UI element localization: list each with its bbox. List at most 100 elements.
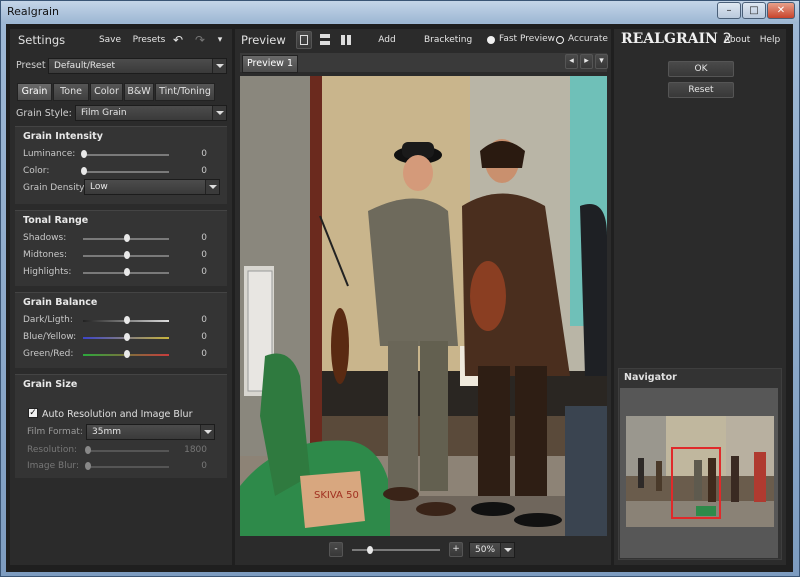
green-red-row: Green/Red: 0 xyxy=(15,347,227,363)
minimize-button[interactable]: – xyxy=(717,2,741,19)
grain-balance-group: Grain Balance Dark/Ligth: 0 Blue/Yellow:… xyxy=(15,292,227,368)
image-blur-label: Image Blur: xyxy=(27,461,80,471)
add-preview-button[interactable]: Add Preview xyxy=(360,31,414,63)
luminance-value: 0 xyxy=(201,149,207,159)
tab-tint-toning[interactable]: Tint/Toning xyxy=(155,83,215,101)
tab-grain[interactable]: Grain xyxy=(17,83,52,101)
shadows-value: 0 xyxy=(201,233,207,243)
green-red-value: 0 xyxy=(201,349,207,359)
preview-image[interactable]: SKIVA 50 xyxy=(240,76,607,536)
tab-menu-icon[interactable]: ▾ xyxy=(595,54,608,69)
film-format-select[interactable]: 35mm xyxy=(86,424,215,440)
chevron-down-icon xyxy=(212,106,226,120)
bracketing-button[interactable]: Bracketing xyxy=(424,31,472,49)
resolution-slider-handle[interactable] xyxy=(85,446,91,454)
tonal-range-title: Tonal Range xyxy=(23,215,89,226)
tab-scroll-left-icon[interactable]: ◂ xyxy=(565,54,578,69)
shadows-row: Shadows: 0 xyxy=(15,231,227,247)
realgrain-logo: REALGRAIN 2 xyxy=(621,31,732,47)
zoom-select[interactable]: 50% xyxy=(469,542,515,558)
brand-name: REALGRAIN xyxy=(621,31,718,47)
film-format-value: 35mm xyxy=(92,427,121,437)
presets-button[interactable]: Presets xyxy=(130,31,168,49)
grain-density-select[interactable]: Low xyxy=(84,179,220,195)
dark-light-slider-handle[interactable] xyxy=(124,316,130,324)
fast-preview-radio[interactable] xyxy=(487,36,495,44)
preset-label: Preset xyxy=(16,60,46,71)
help-button[interactable]: Help xyxy=(757,31,783,49)
image-blur-slider[interactable] xyxy=(87,466,169,468)
blue-yellow-slider-handle[interactable] xyxy=(124,333,130,341)
title-bar: Realgrain – □ ✕ xyxy=(1,1,799,23)
image-blur-slider-handle[interactable] xyxy=(85,462,91,470)
split-vertical-icon[interactable] xyxy=(338,31,354,49)
blue-yellow-label: Blue/Yellow: xyxy=(23,332,77,342)
grain-density-value: Low xyxy=(90,182,108,192)
chevron-down-icon xyxy=(500,543,514,557)
color-slider[interactable] xyxy=(83,171,169,173)
settings-menu-icon[interactable]: ▾ xyxy=(213,31,227,49)
color-slider-handle[interactable] xyxy=(81,167,87,175)
tonal-range-group: Tonal Range Shadows: 0 Midtones: 0 Highl… xyxy=(15,210,227,286)
chevron-down-icon xyxy=(212,59,226,73)
grain-intensity-title: Grain Intensity xyxy=(23,131,103,142)
navigator-thumbnail[interactable] xyxy=(626,416,774,527)
luminance-row: Luminance: 0 xyxy=(15,147,227,163)
shadows-label: Shadows: xyxy=(23,233,67,243)
navigator-thumbnail-image xyxy=(626,416,774,527)
luminance-slider-handle[interactable] xyxy=(81,150,87,158)
tab-color[interactable]: Color xyxy=(90,83,123,101)
midtones-slider-handle[interactable] xyxy=(124,251,130,259)
highlights-label: Highlights: xyxy=(23,267,72,277)
zoom-slider[interactable] xyxy=(352,549,440,551)
accurate-label: Accurate xyxy=(568,34,608,44)
tab-preview-1[interactable]: Preview 1 xyxy=(242,55,298,73)
shadows-slider-handle[interactable] xyxy=(124,234,130,242)
midtones-value: 0 xyxy=(201,250,207,260)
preview-title: Preview xyxy=(241,33,286,47)
navigator-title: Navigator xyxy=(624,372,677,383)
resolution-slider[interactable] xyxy=(87,450,169,452)
blue-yellow-row: Blue/Yellow: 0 xyxy=(15,330,227,346)
zoom-out-button[interactable]: - xyxy=(329,542,343,557)
midtones-row: Midtones: 0 xyxy=(15,248,227,264)
chevron-down-icon xyxy=(200,425,214,439)
green-red-slider-handle[interactable] xyxy=(124,350,130,358)
blue-yellow-value: 0 xyxy=(201,332,207,342)
tab-scroll-right-icon[interactable]: ▸ xyxy=(580,54,593,69)
zoom-in-button[interactable]: + xyxy=(449,542,463,557)
single-view-icon[interactable] xyxy=(296,31,312,49)
close-button[interactable]: ✕ xyxy=(767,2,795,19)
color-value: 0 xyxy=(201,166,207,176)
accurate-radio[interactable] xyxy=(556,36,564,44)
grain-density-label: Grain Density xyxy=(23,183,85,193)
auto-resolution-checkbox[interactable]: ✓ xyxy=(28,408,38,418)
about-button[interactable]: About xyxy=(720,31,754,49)
undo-icon[interactable]: ↶ xyxy=(170,31,186,49)
redo-icon[interactable]: ↷ xyxy=(192,31,208,49)
tab-bw[interactable]: B&W xyxy=(124,83,154,101)
resolution-value: 1800 xyxy=(184,445,207,455)
luminance-slider[interactable] xyxy=(83,154,169,156)
ok-button[interactable]: OK xyxy=(668,61,734,77)
dark-light-label: Dark/Ligth: xyxy=(23,315,73,325)
grain-style-label: Grain Style: xyxy=(16,108,72,119)
split-horizontal-icon[interactable] xyxy=(317,31,333,49)
green-red-label: Green/Red: xyxy=(23,349,74,359)
image-blur-row: Image Blur: 0 xyxy=(15,459,227,475)
fast-preview-label: Fast Preview xyxy=(499,34,555,44)
maximize-button[interactable]: □ xyxy=(742,2,766,19)
settings-title: Settings xyxy=(18,33,66,47)
auto-resolution-label: Auto Resolution and Image Blur xyxy=(42,409,193,420)
tab-tone[interactable]: Tone xyxy=(53,83,89,101)
grain-style-select[interactable]: Film Grain xyxy=(75,105,227,121)
street-musicians-photo: SKIVA 50 xyxy=(240,76,607,536)
dark-light-row: Dark/Ligth: 0 xyxy=(15,313,227,329)
preset-select[interactable]: Default/Reset xyxy=(48,58,227,74)
highlights-slider-handle[interactable] xyxy=(124,268,130,276)
reset-button[interactable]: Reset xyxy=(668,82,734,98)
midtones-label: Midtones: xyxy=(23,250,67,260)
highlights-row: Highlights: 0 xyxy=(15,265,227,281)
save-button[interactable]: Save xyxy=(95,31,125,49)
zoom-slider-handle[interactable] xyxy=(367,546,373,554)
